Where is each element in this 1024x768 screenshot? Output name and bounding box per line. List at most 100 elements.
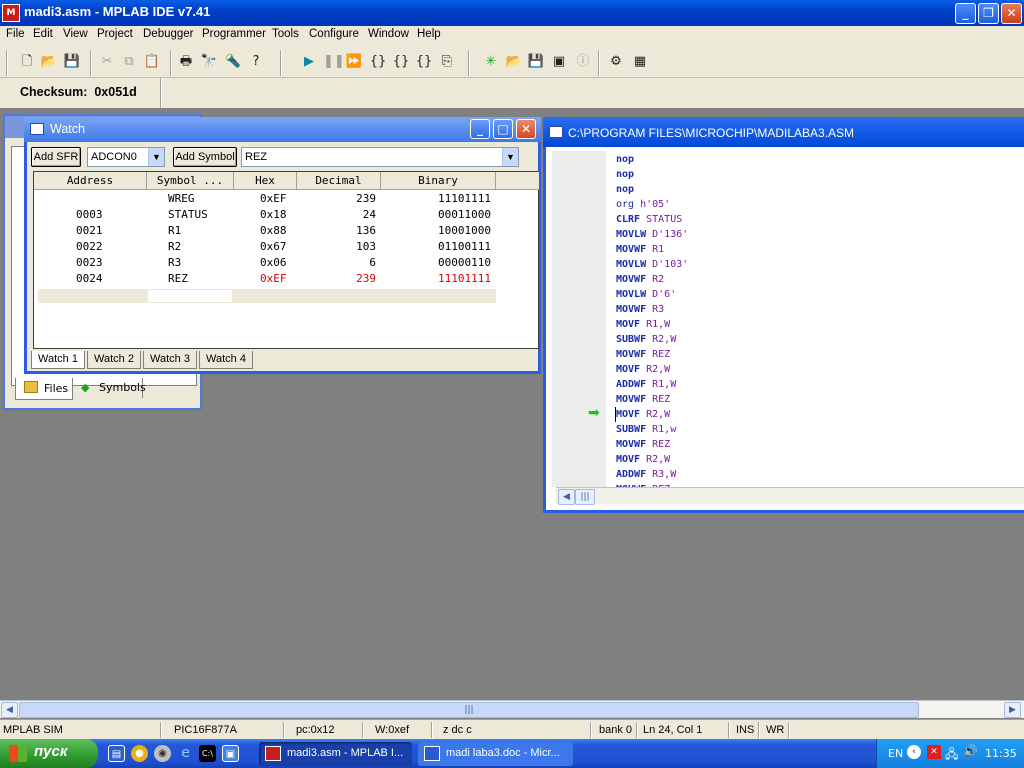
step-over-icon[interactable]: {}	[392, 53, 410, 71]
chevron-down-icon[interactable]: ▼	[148, 148, 164, 166]
code-line[interactable]: MOVLW D'136'	[616, 227, 688, 242]
menu-configure[interactable]: Configure	[309, 28, 359, 40]
run-icon[interactable]: ▶	[300, 53, 318, 71]
step-out-icon[interactable]: {}	[415, 53, 433, 71]
find-icon[interactable]: 🔭	[200, 53, 218, 71]
security-icon[interactable]: ✕	[927, 745, 941, 759]
add-sfr-button[interactable]: Add SFR	[31, 147, 81, 167]
info-icon[interactable]: ⓘ	[574, 53, 592, 71]
new-symbol-cell[interactable]	[147, 289, 233, 303]
column-header-hex[interactable]: Hex	[234, 172, 297, 190]
code-line[interactable]: ADDWF R1,W	[616, 377, 676, 392]
symbol-select[interactable]: REZ ▼	[241, 147, 519, 167]
code-line[interactable]: MOVWF REZ	[616, 347, 670, 362]
chevron-down-icon[interactable]: ▼	[502, 148, 518, 166]
code-line[interactable]: MOVWF R2	[616, 272, 664, 287]
table-row[interactable]: WREG 0xEF 239 11101111	[34, 191, 496, 207]
table-row[interactable]: 0021 R1 0x88 136 10001000	[34, 223, 496, 239]
add-symbol-button[interactable]: Add Symbol	[173, 147, 237, 167]
new-file-icon[interactable]: 🗋	[18, 53, 36, 71]
code-line[interactable]: nop	[616, 182, 634, 197]
code-line[interactable]: MOVF R2,W	[616, 362, 670, 377]
menu-project[interactable]: Project	[97, 28, 133, 40]
chrome-icon[interactable]: ●	[131, 745, 148, 762]
column-header-symbol[interactable]: Symbol ...	[147, 172, 234, 190]
menu-programmer[interactable]: Programmer	[202, 28, 266, 40]
media-icon[interactable]: ◉	[154, 745, 171, 762]
tab-watch-1[interactable]: Watch 1	[31, 351, 85, 369]
program-icon[interactable]: ⚙	[607, 53, 625, 71]
code-line[interactable]: MOVF R2,W	[615, 407, 670, 422]
tab-symbols[interactable]: ◆ Symbols	[73, 378, 146, 398]
desktop-icon[interactable]: ▤	[108, 745, 125, 762]
code-line[interactable]: org h'05'	[616, 197, 670, 212]
column-header-binary[interactable]: Binary	[381, 172, 496, 190]
save-icon[interactable]: 💾	[63, 53, 81, 71]
menu-file[interactable]: File	[6, 28, 25, 40]
editor-titlebar[interactable]: C:\PROGRAM FILES\MICROCHIP\MADILABA3.ASM	[543, 117, 1024, 147]
paste-icon[interactable]: 📋	[143, 53, 161, 71]
table-row[interactable]: 0024 REZ 0xEF 239 11101111	[34, 271, 496, 287]
close-button[interactable]: ✕	[1001, 3, 1022, 24]
open-file-icon[interactable]: 📂	[40, 53, 58, 71]
code-line[interactable]: MOVF R2,W	[616, 452, 670, 467]
code-line[interactable]: MOVF R1,W	[616, 317, 670, 332]
code-line[interactable]: nop	[616, 167, 634, 182]
table-row[interactable]: 0023 R3 0x06 6 00000110	[34, 255, 496, 271]
watch-grid[interactable]: Address Symbol ... Hex Decimal Binary WR…	[33, 171, 539, 349]
scroll-right-icon[interactable]: ▶	[1004, 702, 1021, 718]
network-icon[interactable]: 🖧	[945, 745, 958, 766]
watch-window-titlebar[interactable]: Watch _ □ ✕	[24, 117, 541, 142]
halt-icon[interactable]: ❚❚	[323, 53, 345, 71]
watch-maximize-button[interactable]: □	[493, 119, 513, 139]
tab-watch-4[interactable]: Watch 4	[199, 351, 253, 369]
help-icon[interactable]: ?	[247, 53, 265, 71]
app-icon[interactable]: ▣	[222, 745, 239, 762]
minimize-button[interactable]: _	[955, 3, 976, 24]
editor-gutter[interactable]: ➡	[552, 151, 606, 487]
new-project-icon[interactable]: ✳	[482, 53, 500, 71]
code-line[interactable]: SUBWF R2,W	[616, 332, 676, 347]
code-line[interactable]: MOVWF R3	[616, 302, 664, 317]
watch-close-button[interactable]: ✕	[516, 119, 536, 139]
animate-icon[interactable]: ⏩	[345, 53, 363, 71]
reset-icon[interactable]: ⎘	[438, 53, 456, 71]
tray-chevron-icon[interactable]: ‹	[907, 745, 921, 759]
code-line[interactable]: CLRF STATUS	[616, 212, 682, 227]
column-header-decimal[interactable]: Decimal	[297, 172, 381, 190]
tab-watch-2[interactable]: Watch 2	[87, 351, 141, 369]
step-into-icon[interactable]: {}	[369, 53, 387, 71]
code-line[interactable]: nop	[616, 152, 634, 167]
open-project-icon[interactable]: 📂	[505, 53, 523, 71]
menu-window[interactable]: Window	[368, 28, 409, 40]
code-line[interactable]: MOVLW D'6'	[616, 287, 676, 302]
watch-minimize-button[interactable]: _	[470, 119, 490, 139]
cmd-icon[interactable]: C:\	[199, 745, 216, 762]
column-header-address[interactable]: Address	[34, 172, 147, 190]
chip-icon[interactable]: ▦	[631, 53, 649, 71]
code-line[interactable]: MOVWF REZ	[616, 437, 670, 452]
code-line[interactable]: ADDWF R3,W	[616, 467, 676, 482]
scroll-thumb[interactable]: |||	[19, 702, 919, 718]
sfr-select[interactable]: ADCON0 ▼	[87, 147, 165, 167]
build-icon[interactable]: ▣	[550, 53, 568, 71]
menu-view[interactable]: View	[63, 28, 88, 40]
scroll-left-icon[interactable]: ◀	[558, 489, 575, 505]
task-word[interactable]: madi laba3.doc - Micr...	[418, 742, 573, 766]
main-horizontal-scrollbar[interactable]: ◀ ||| ▶	[0, 700, 1024, 718]
menu-debugger[interactable]: Debugger	[143, 28, 194, 40]
code-line[interactable]: MOVWF R1	[616, 242, 664, 257]
code-line[interactable]: MOVLW D'103'	[616, 257, 688, 272]
task-mplab[interactable]: madi3.asm - MPLAB I...	[259, 742, 412, 766]
print-icon[interactable]: 🖶	[177, 53, 195, 71]
code-line[interactable]: SUBWF R1,w	[616, 422, 676, 437]
ie-icon[interactable]: e	[177, 745, 194, 762]
new-entry-row[interactable]	[38, 289, 496, 303]
tab-files[interactable]: Files	[15, 378, 73, 400]
copy-icon[interactable]: ⧉	[120, 53, 138, 71]
save-project-icon[interactable]: 💾	[527, 53, 545, 71]
volume-icon[interactable]: 🔊	[963, 744, 978, 758]
editor-window[interactable]: C:\PROGRAM FILES\MICROCHIP\MADILABA3.ASM…	[543, 117, 1024, 513]
code-area[interactable]: nop nop nop org h'05' CLRF STATUS MOVLW D'136…	[606, 151, 1024, 487]
editor-horizontal-scrollbar[interactable]: ◀ |||	[556, 487, 1024, 505]
